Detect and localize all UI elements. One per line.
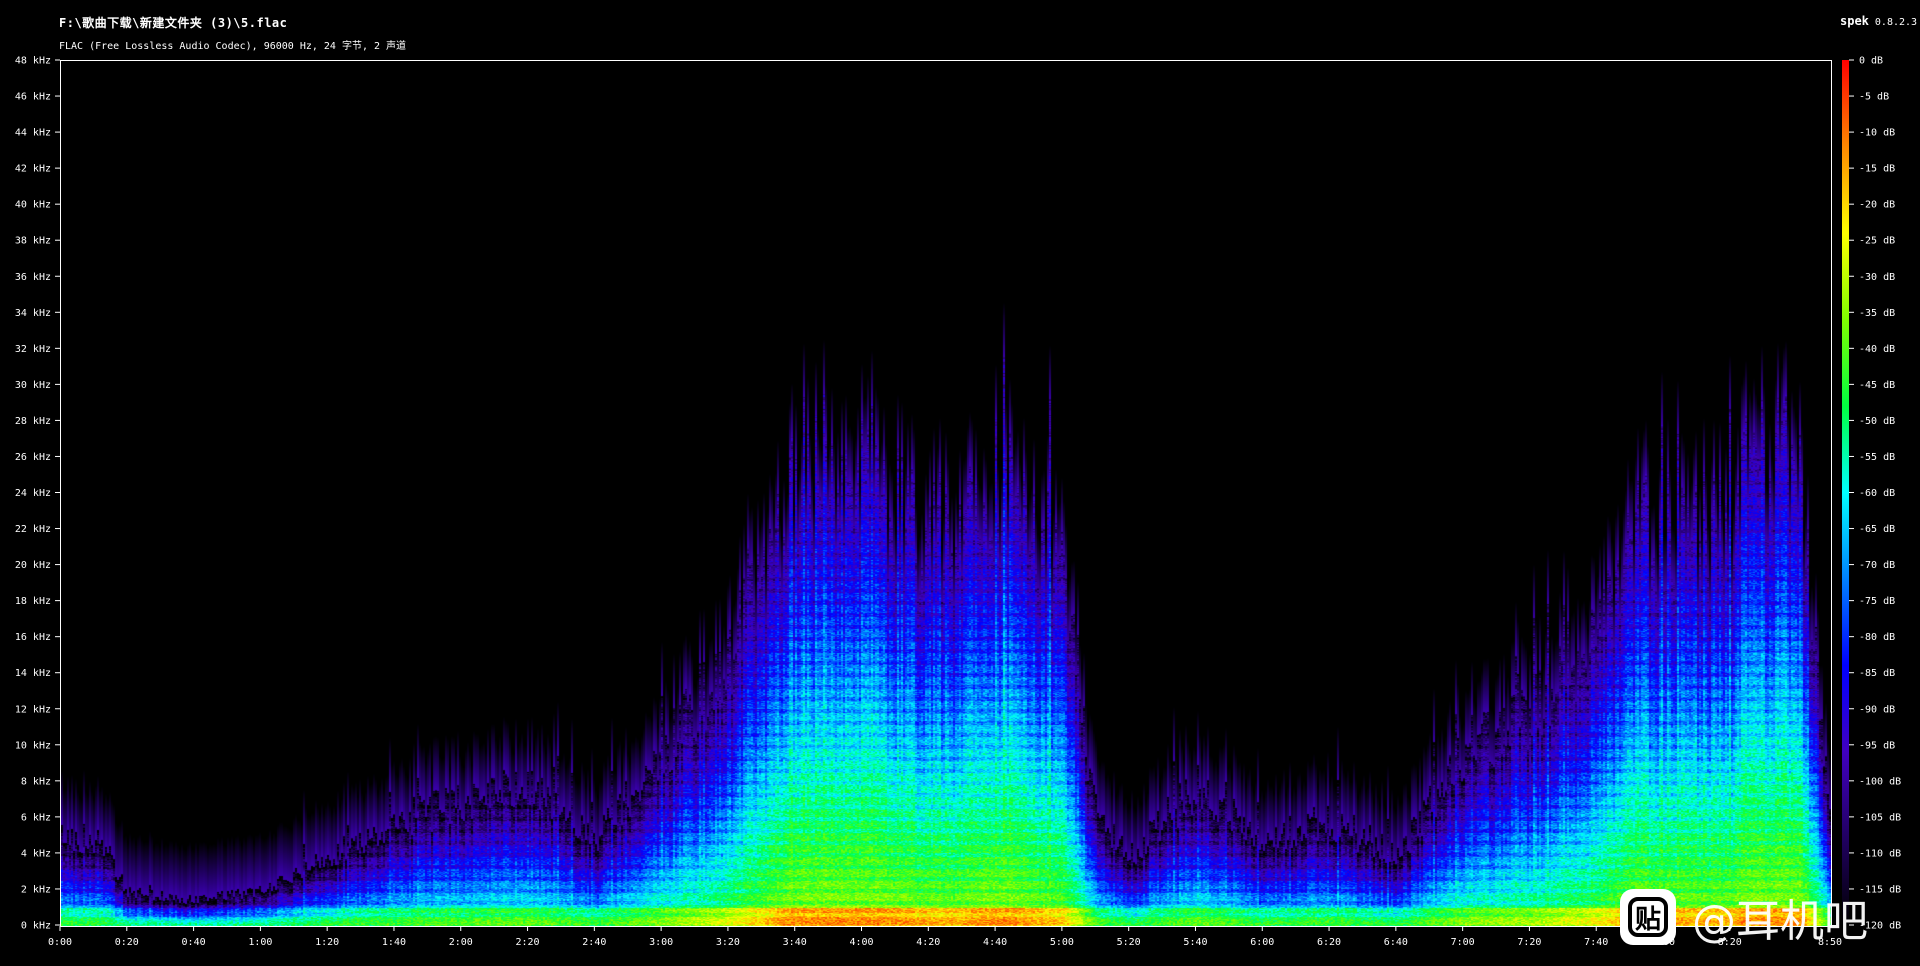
x-axis-tick-label: 0:00 [48,937,72,948]
watermark-logo-glyph: 贴 [1634,905,1661,935]
colorbar-tick-label: -85 dB [1859,668,1895,679]
colorbar-tick-label: -105 dB [1859,812,1901,823]
y-axis-tick-label: 2 kHz [21,884,51,895]
y-axis-tick-label: 36 kHz [15,272,51,283]
colorbar-tick-label: -35 dB [1859,308,1895,319]
x-axis-tick-label: 3:00 [649,937,673,948]
watermark-text: @耳机吧 [1692,896,1868,947]
colorbar-tick-label: -100 dB [1859,776,1901,787]
y-axis-tick-label: 48 kHz [15,56,51,67]
x-axis-tick-label: 7:00 [1451,937,1475,948]
y-axis-tick-label: 0 kHz [21,921,51,932]
y-axis-tick-label: 22 kHz [15,524,51,535]
x-axis-tick-label: 7:40 [1584,937,1608,948]
x-axis-tick-label: 2:20 [516,937,540,948]
file-path-title: F:\歌曲下载\新建文件夹 (3)\5.flac [59,16,288,30]
colorbar-tick-label: -75 dB [1859,596,1895,607]
x-axis-tick-label: 2:00 [449,937,473,948]
tieba-paw-icon: 贴 [1620,889,1676,945]
x-axis-tick-label: 1:40 [382,937,406,948]
x-axis-tick-label: 7:20 [1517,937,1541,948]
y-axis-tick-label: 38 kHz [15,236,51,247]
x-axis-tick-label: 6:00 [1250,937,1274,948]
x-axis-tick-label: 4:20 [916,937,940,948]
y-axis-tick-label: 40 kHz [15,200,51,211]
colorbar-tick-label: -45 dB [1859,380,1895,391]
colorbar-tick-label: -90 dB [1859,704,1895,715]
y-axis-tick-label: 10 kHz [15,740,51,751]
x-axis-tick-label: 0:20 [115,937,139,948]
x-axis-tick-label: 1:20 [315,937,339,948]
audio-format-info: FLAC (Free Lossless Audio Codec), 96000 … [59,41,407,52]
colorbar-tick-label: -110 dB [1859,848,1901,859]
y-axis-tick-label: 34 kHz [15,308,51,319]
colorbar-tick-label: -5 dB [1859,92,1889,103]
x-axis-tick-label: 3:40 [783,937,807,948]
colorbar-tick-label: -70 dB [1859,560,1895,571]
colorbar-tick-label: -25 dB [1859,236,1895,247]
y-axis-tick-label: 6 kHz [21,812,51,823]
app-version: 0.8.2.3 [1874,17,1918,28]
y-axis-tick-label: 4 kHz [21,848,51,859]
y-axis-tick-label: 46 kHz [15,92,51,103]
x-axis-tick-label: 6:20 [1317,937,1341,948]
y-axis-tick-label: 32 kHz [15,344,51,355]
y-axis-tick-label: 14 kHz [15,668,51,679]
y-axis-tick-label: 42 kHz [15,164,51,175]
x-axis-tick-label: 0:40 [182,937,206,948]
colorbar-tick-label: -15 dB [1859,164,1895,175]
x-axis-tick-label: 6:40 [1384,937,1408,948]
y-axis-tick-label: 44 kHz [15,128,51,139]
colorbar-tick-label: -50 dB [1859,416,1895,427]
watermark: 贴 @耳机吧 [1620,885,1868,949]
x-axis-tick-label: 5:20 [1117,937,1141,948]
y-axis-tick-label: 20 kHz [15,560,51,571]
y-axis-tick-label: 12 kHz [15,704,51,715]
y-axis-tick-label: 28 kHz [15,416,51,427]
y-axis-tick-label: 26 kHz [15,452,51,463]
x-axis-tick-label: 5:00 [1050,937,1074,948]
app-label: spek 0.8.2.3 [1840,14,1917,28]
colorbar-tick-label: -60 dB [1859,488,1895,499]
spectrogram-canvas[interactable] [61,61,1831,926]
y-axis-tick-label: 30 kHz [15,380,51,391]
colorbar-tick-label: -55 dB [1859,452,1895,463]
x-axis-tick-label: 5:40 [1183,937,1207,948]
x-axis-tick-label: 2:40 [582,937,606,948]
colorbar-tick-label: 0 dB [1859,56,1883,67]
colorbar-tick-label: -95 dB [1859,740,1895,751]
x-axis-tick-label: 4:00 [849,937,873,948]
colorbar-tick-label: -20 dB [1859,200,1895,211]
x-axis-tick-label: 3:20 [716,937,740,948]
y-axis-tick-label: 8 kHz [21,776,51,787]
y-axis-tick-label: 24 kHz [15,488,51,499]
colorbar-tick-label: -80 dB [1859,632,1895,643]
colorbar-tick-label: -10 dB [1859,128,1895,139]
y-axis-tick-label: 18 kHz [15,596,51,607]
colorbar-tick-label: -40 dB [1859,344,1895,355]
x-axis-tick-label: 4:40 [983,937,1007,948]
app-name: spek [1840,14,1869,28]
colorbar-gradient [1842,60,1849,925]
x-axis-tick-label: 1:00 [248,937,272,948]
y-axis-tick-label: 16 kHz [15,632,51,643]
colorbar-tick-label: -30 dB [1859,272,1895,283]
spectrogram-plot[interactable] [60,60,1832,927]
colorbar-tick-label: -65 dB [1859,524,1895,535]
